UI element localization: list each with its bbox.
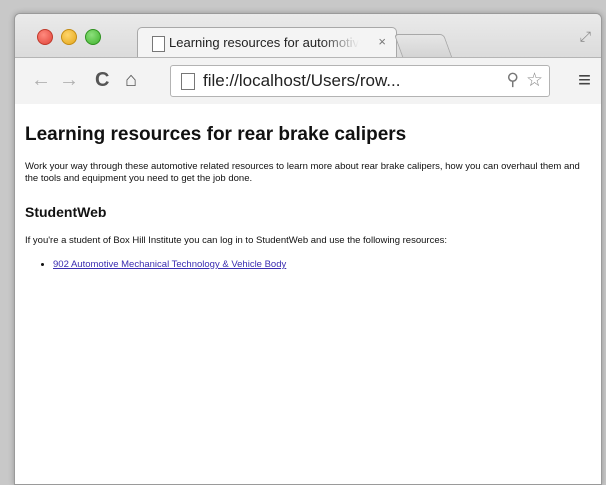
- intro-paragraph: Work your way through these automotive r…: [25, 161, 580, 184]
- browser-window: Learning resources for automotive × ⤢ ← …: [14, 13, 602, 485]
- resource-list: 902 Automotive Mechanical Technology & V…: [53, 259, 286, 270]
- forward-arrow-icon[interactable]: →: [59, 69, 79, 92]
- close-window-button[interactable]: [37, 29, 53, 45]
- home-icon[interactable]: ⌂: [125, 69, 137, 92]
- zoom-window-button[interactable]: [85, 29, 101, 45]
- list-item: 902 Automotive Mechanical Technology & V…: [53, 259, 286, 270]
- section-heading: StudentWeb: [25, 204, 107, 220]
- reload-icon[interactable]: C: [95, 69, 109, 92]
- section-text: If you're a student of Box Hill Institut…: [25, 235, 447, 246]
- fullscreen-arrows-icon[interactable]: ⤢: [580, 28, 591, 45]
- browser-toolbar: ← → C ⌂ file://localhost/Users/row... ⚲ …: [15, 57, 601, 105]
- page-title: Learning resources for rear brake calipe…: [25, 124, 407, 145]
- tab-close-icon[interactable]: ×: [378, 34, 386, 49]
- page-content: Learning resources for rear brake calipe…: [15, 104, 601, 484]
- resource-link[interactable]: 902 Automotive Mechanical Technology & V…: [53, 259, 286, 270]
- star-icon[interactable]: ☆: [526, 69, 543, 92]
- tab-title: Learning resources for automotive: [169, 35, 359, 50]
- active-tab[interactable]: Learning resources for automotive ×: [137, 27, 397, 58]
- minimize-window-button[interactable]: [61, 29, 77, 45]
- page-icon: [152, 36, 165, 52]
- page-icon: [181, 73, 195, 90]
- url-text: file://localhost/Users/row...: [203, 71, 401, 90]
- back-arrow-icon[interactable]: ←: [31, 69, 51, 92]
- address-bar[interactable]: file://localhost/Users/row... ⚲ ☆: [170, 65, 550, 97]
- hamburger-menu-icon[interactable]: ≡: [578, 67, 591, 93]
- magnifier-icon[interactable]: ⚲: [507, 70, 519, 90]
- new-tab-button[interactable]: [393, 34, 453, 57]
